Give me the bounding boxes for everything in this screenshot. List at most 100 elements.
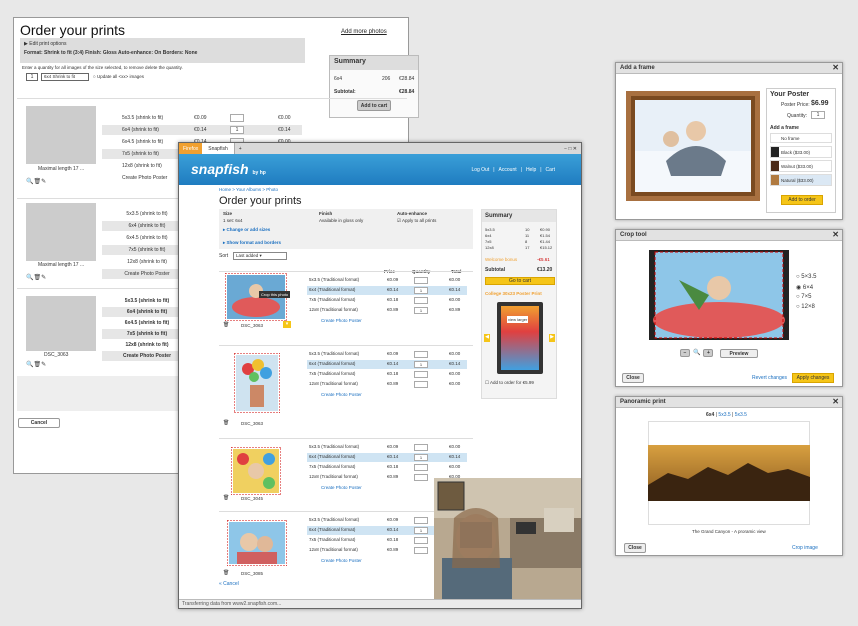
edit-icon[interactable]: ✎	[41, 362, 46, 368]
browser-menu-button[interactable]: Firefox	[179, 143, 203, 154]
tab-5x3-5[interactable]: 5x3.5	[718, 412, 730, 418]
update-all-radio[interactable]: ○ Update all <xx> images	[93, 74, 144, 79]
framed-poster-preview	[626, 91, 760, 201]
qty-input[interactable]	[230, 114, 244, 122]
qty-input[interactable]	[414, 297, 428, 304]
crop-size-radio[interactable]: ○ 12×8	[796, 304, 815, 310]
close-button[interactable]: Close	[622, 373, 644, 383]
trash-icon[interactable]: 🗑	[33, 179, 41, 185]
view-larger-button[interactable]: view larger	[507, 316, 529, 323]
photo-placeholder[interactable]	[26, 106, 96, 164]
close-icon[interactable]: ✕	[832, 63, 839, 72]
cart-link[interactable]: Cart	[546, 167, 555, 173]
account-link[interactable]: Account	[499, 167, 517, 173]
revert-changes-link[interactable]: Revert changes	[752, 375, 787, 381]
edit-print-options-toggle[interactable]: ▶ Edit print options	[24, 41, 301, 47]
add-to-order-button[interactable]: Add to order	[781, 195, 823, 205]
photo-caption: DSC_3063	[44, 352, 69, 358]
cancel-link[interactable]: « Cancel	[219, 581, 239, 587]
price-cell: €0.14	[387, 287, 399, 292]
no-frame-option[interactable]: No frame	[770, 133, 832, 143]
create-poster-link[interactable]: Create Photo Poster	[321, 318, 362, 323]
size-select[interactable]: 6x4 Shrink to fit	[41, 73, 89, 81]
qty-input[interactable]	[414, 474, 428, 481]
frame-option-black[interactable]: Black ($33.00)	[770, 146, 832, 158]
frame-option-walnut[interactable]: Walnut ($33.00)	[770, 160, 832, 172]
go-to-cart-button[interactable]: Go to cart	[485, 277, 555, 285]
add-poster-checkbox[interactable]: ☐ Add to order for €5.99	[485, 380, 534, 386]
qty-input[interactable]: 1	[414, 307, 428, 314]
trash-icon[interactable]: 🗑	[223, 420, 229, 426]
tab-5x3-5-alt[interactable]: 5x3.5	[735, 412, 747, 418]
trash-icon[interactable]: 🗑	[33, 362, 41, 368]
crop-image-link[interactable]: Crop image	[792, 545, 818, 551]
trash-icon[interactable]: 🗑	[223, 495, 229, 501]
qty-input[interactable]	[414, 547, 428, 554]
crop-size-radio[interactable]: ○ 5×3.5	[796, 274, 816, 280]
window-controls[interactable]: − □ ✕	[564, 146, 581, 152]
photo-placeholder[interactable]	[26, 296, 96, 351]
qty-input[interactable]	[414, 517, 428, 524]
qty-input[interactable]	[414, 351, 428, 358]
chevron-right-icon[interactable]: ▶	[549, 334, 555, 342]
quantity-input[interactable]: 1	[811, 111, 825, 119]
trash-icon[interactable]: 🗑	[33, 275, 41, 281]
breadcrumb[interactable]: Home > Your Albums > Photo	[219, 187, 278, 192]
panoramic-dialog: Panoramic print ✕ 6x4 | 5x3.5 | 5x3.5 The…	[615, 396, 843, 556]
qty-input[interactable]: 1	[230, 126, 244, 134]
size-label: 7x5 (Traditional format)	[309, 537, 356, 542]
trash-icon[interactable]: 🗑	[223, 570, 229, 576]
size-label: 5x3.5 (Traditional format)	[309, 277, 360, 282]
close-icon[interactable]: ✕	[832, 397, 839, 406]
help-link[interactable]: Help	[526, 167, 536, 173]
size-label: 6×4	[802, 285, 814, 291]
sort-select[interactable]: Last added ▾	[233, 252, 287, 260]
create-poster-link[interactable]: Create Photo Poster	[321, 392, 362, 397]
qty-input[interactable]	[414, 277, 428, 284]
edit-icon[interactable]: ✎	[41, 275, 46, 281]
logout-link[interactable]: Log Out	[471, 167, 489, 173]
add-more-photos-link[interactable]: Add more photos	[341, 29, 387, 35]
qty-input[interactable]	[414, 537, 428, 544]
snapfish-logo[interactable]: snapfish by hp	[191, 161, 266, 177]
close-icon[interactable]: ✕	[832, 230, 839, 239]
create-poster-link[interactable]: Create Photo Poster	[321, 558, 362, 563]
zoom-in-button[interactable]: +	[703, 349, 714, 357]
add-to-cart-button[interactable]: Add to cart	[357, 100, 391, 111]
top-nav: Log Out | Account | Help | Cart	[471, 167, 555, 173]
zoom-out-button[interactable]: −	[680, 349, 690, 357]
summary-qty: 11	[525, 233, 530, 238]
poster-preview[interactable]: view larger	[497, 302, 543, 374]
frame-option-natural[interactable]: Natural ($33.00)	[770, 174, 832, 186]
crop-size-radio[interactable]: ◉ 6×4	[796, 284, 813, 291]
edit-icon[interactable]: ✎	[41, 179, 46, 185]
qty-input[interactable]	[414, 444, 428, 451]
qty-input[interactable]: 1	[414, 527, 428, 534]
apply-all-checkbox[interactable]: ☑ Apply to all prints	[397, 218, 436, 224]
tab-6x4[interactable]: 6x4	[706, 412, 714, 418]
crop-size-radio[interactable]: ○ 7×5	[796, 294, 811, 300]
qty-input[interactable]	[414, 464, 428, 471]
welcome-bonus-value: -€5.61	[537, 257, 550, 262]
close-button[interactable]: Close	[624, 543, 646, 553]
create-poster-link[interactable]: Create Photo Poster	[321, 485, 362, 490]
panorama-image[interactable]	[648, 445, 810, 501]
trash-icon[interactable]: 🗑	[223, 322, 229, 328]
qty-input[interactable]: 1	[414, 454, 428, 461]
row-label: Create Photo Poster	[122, 353, 172, 359]
tab-snapfish[interactable]: Snapfish	[202, 143, 235, 154]
change-sizes-link[interactable]: ▸ Change or add sizes	[223, 227, 270, 233]
qty-input[interactable]	[414, 381, 428, 388]
chevron-left-icon[interactable]: ◀	[484, 334, 490, 342]
qty-input[interactable]: 1	[414, 361, 428, 368]
new-tab-button[interactable]: +	[235, 146, 246, 152]
show-format-link[interactable]: ▸ Show format and borders	[223, 240, 281, 246]
qty-input[interactable]: 1	[414, 287, 428, 294]
photo-placeholder[interactable]	[26, 203, 96, 261]
apply-changes-button[interactable]: Apply changes	[792, 373, 834, 383]
preview-button[interactable]: Preview	[720, 349, 758, 358]
cancel-button[interactable]: Cancel	[18, 418, 60, 428]
crop-preview[interactable]	[649, 250, 789, 340]
qty-input[interactable]: 1	[26, 73, 38, 81]
qty-input[interactable]	[414, 371, 428, 378]
